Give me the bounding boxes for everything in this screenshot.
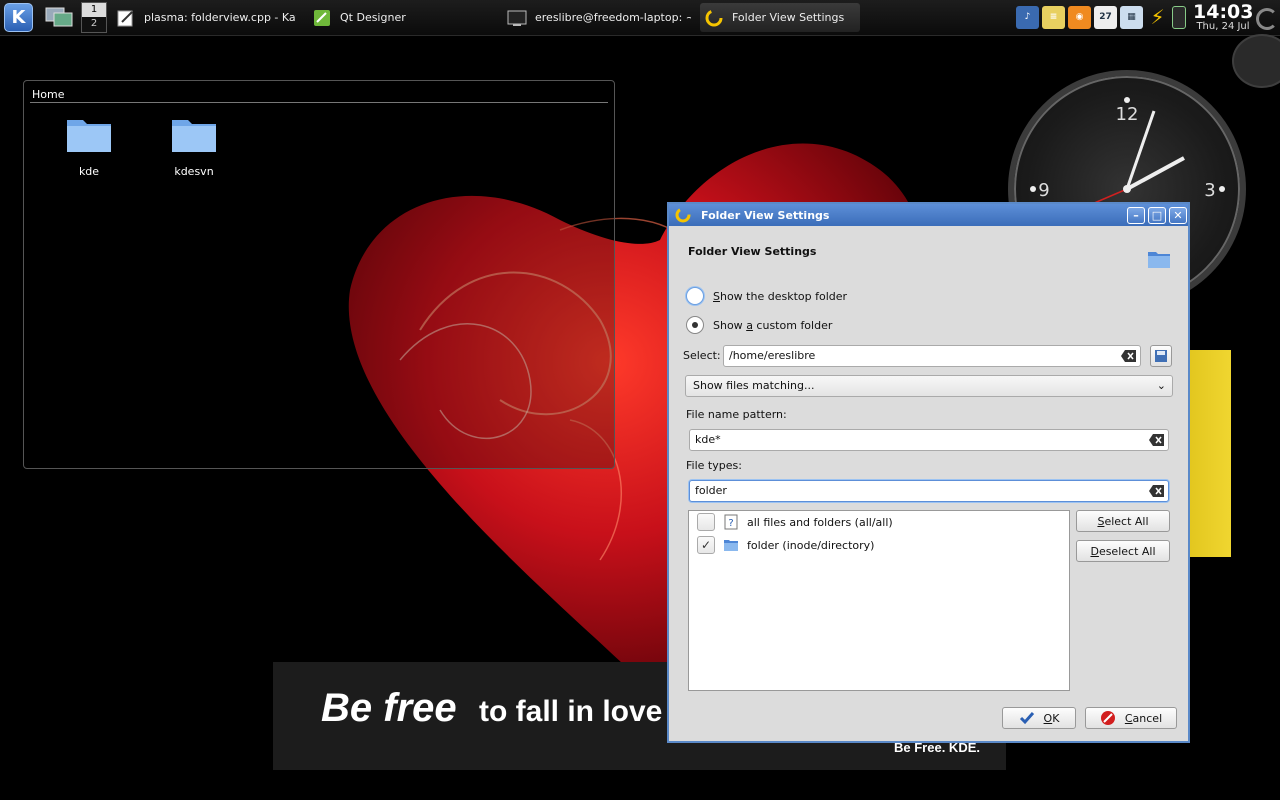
kate-icon	[117, 10, 133, 26]
task-label: Folder View Settings	[732, 11, 845, 24]
file-types-filter-value: folder	[695, 484, 727, 497]
folder-view-divider	[30, 102, 608, 103]
desktop-item-label: kde	[78, 165, 100, 178]
top-panel: K 1 2 plasma: folderview.cpp - Kate Qt D…	[0, 0, 1280, 36]
deselect-all-button[interactable]: Deselect All	[1076, 540, 1170, 562]
clear-icon[interactable]	[1121, 350, 1136, 362]
file-name-pattern-value: kde*	[695, 433, 721, 446]
checkbox[interactable]: ✓	[697, 536, 715, 554]
list-item[interactable]: ✓ folder (inode/directory)	[697, 536, 874, 554]
sticky-note-widget[interactable]	[1188, 350, 1231, 557]
system-tray: ♪ ≡ ◉ 27 ▦ ⚡	[1016, 6, 1186, 29]
minimize-button[interactable]: –	[1127, 207, 1145, 224]
power-icon[interactable]: ⚡	[1146, 6, 1169, 29]
clock-numeral-9: 9	[1038, 180, 1049, 201]
task-manager-icon[interactable]: ▦	[1120, 6, 1143, 29]
pager-desktop-2[interactable]: 2	[82, 17, 106, 31]
cashew-icon[interactable]	[1256, 8, 1278, 30]
task-label: ereslibre@freedom-laptop: ~/kd	[535, 11, 691, 24]
dialog-titlebar[interactable]: Folder View Settings	[669, 204, 1188, 226]
folder-path-input[interactable]: /home/ereslibre	[723, 345, 1141, 367]
browse-folder-button[interactable]	[1150, 345, 1172, 367]
radio-button[interactable]	[686, 287, 704, 305]
button-label: Cancel	[1124, 711, 1163, 725]
kde-menu-icon[interactable]: K	[4, 3, 33, 32]
filter-mode-value: Show files matching...	[693, 379, 815, 392]
folder-path-value: /home/ereslibre	[729, 349, 816, 362]
svg-text:?: ?	[728, 518, 733, 529]
maximize-button[interactable]: □	[1148, 207, 1166, 224]
select-label: Select:	[683, 349, 721, 362]
file-name-pattern-input[interactable]: kde*	[689, 429, 1169, 451]
battery-icon[interactable]	[1172, 6, 1186, 29]
folder-view-widget: Home kde kdesvn	[23, 80, 615, 469]
plasma-icon	[705, 9, 723, 26]
wallpaper-slogan-big: Be free	[321, 686, 457, 730]
folder-view-title[interactable]: Home	[32, 88, 64, 101]
qt-designer-icon	[314, 9, 330, 26]
chevron-down-icon: ⌄	[1156, 379, 1166, 392]
folder-icon	[67, 120, 111, 152]
dialog-heading: Folder View Settings	[688, 245, 817, 258]
plasma-icon	[675, 207, 691, 223]
select-all-button[interactable]: Select All	[1076, 510, 1170, 532]
task-label: Qt Designer	[340, 11, 406, 24]
desktop-item-kdesvn[interactable]: kdesvn	[154, 114, 234, 178]
calendar-icon[interactable]: 27	[1094, 6, 1117, 29]
volume-icon[interactable]: ♪	[1016, 6, 1039, 29]
task-kate[interactable]: plasma: folderview.cpp - Kate	[116, 3, 296, 32]
radio-button[interactable]	[686, 316, 704, 334]
radio-label: Show a custom folder	[713, 318, 833, 332]
folder-icon	[724, 540, 738, 551]
file-types-filter-input[interactable]: folder	[689, 480, 1169, 502]
pager-desktop-1[interactable]: 1	[82, 3, 106, 17]
list-item-label: folder (inode/directory)	[747, 538, 875, 552]
list-item-label: all files and folders (all/all)	[747, 515, 893, 529]
list-item[interactable]: ? all files and folders (all/all)	[697, 513, 893, 531]
dialog-title: Folder View Settings	[701, 208, 830, 222]
button-label: OK	[1043, 711, 1060, 725]
folder-view-settings-dialog: Folder View Settings – □ ✕ Folder View S…	[667, 202, 1190, 743]
task-terminal[interactable]: ereslibre@freedom-laptop: ~/kd	[507, 3, 691, 32]
cancel-button[interactable]: Cancel	[1085, 707, 1177, 729]
wallpaper-slogan-small: to fall in love	[479, 695, 663, 728]
task-label: plasma: folderview.cpp - Kate	[144, 11, 296, 24]
file-types-label: File types:	[686, 459, 742, 472]
clock-numeral-3: 3	[1204, 180, 1215, 201]
check-icon	[1019, 712, 1034, 725]
filter-mode-select[interactable]: Show files matching... ⌄	[685, 375, 1173, 397]
clear-icon[interactable]	[1149, 434, 1164, 446]
clear-icon[interactable]	[1149, 485, 1164, 497]
desktop-item-kde[interactable]: kde	[49, 114, 129, 178]
rss-icon[interactable]: ◉	[1068, 6, 1091, 29]
task-folder-view-settings[interactable]: Folder View Settings	[700, 3, 860, 32]
cancel-icon	[1100, 711, 1115, 725]
task-qt-designer[interactable]: Qt Designer	[312, 3, 412, 32]
file-types-list: ? all files and folders (all/all) ✓ fold…	[688, 510, 1070, 691]
radio-label: Show the desktop folder	[713, 289, 848, 303]
virtual-desktop-pager[interactable]: 1 2	[81, 2, 107, 33]
ok-button[interactable]: OK	[1002, 707, 1076, 729]
save-icon	[1155, 350, 1167, 362]
panel-clock-date: Thu, 24 Jul	[1196, 21, 1250, 32]
button-label: Deselect All	[1090, 544, 1156, 558]
folder-icon	[172, 120, 216, 152]
radio-show-desktop-folder[interactable]: Show the desktop folder	[686, 287, 847, 305]
notes-icon[interactable]: ≡	[1042, 6, 1065, 29]
clock-numeral-12: 12	[1116, 104, 1139, 125]
file-name-pattern-label: File name pattern:	[686, 408, 787, 421]
folder-icon	[1148, 252, 1170, 268]
desktop-item-label: kdesvn	[174, 165, 214, 178]
checkbox[interactable]	[697, 513, 715, 531]
unknown-mime-icon: ?	[724, 514, 738, 530]
close-button[interactable]: ✕	[1169, 207, 1187, 224]
terminal-icon	[507, 10, 527, 26]
radio-show-custom-folder[interactable]: Show a custom folder	[686, 316, 832, 334]
panel-clock-time[interactable]: 14:03	[1193, 1, 1253, 23]
button-label: Select All	[1097, 514, 1149, 528]
show-desktop-icon[interactable]	[45, 6, 73, 28]
